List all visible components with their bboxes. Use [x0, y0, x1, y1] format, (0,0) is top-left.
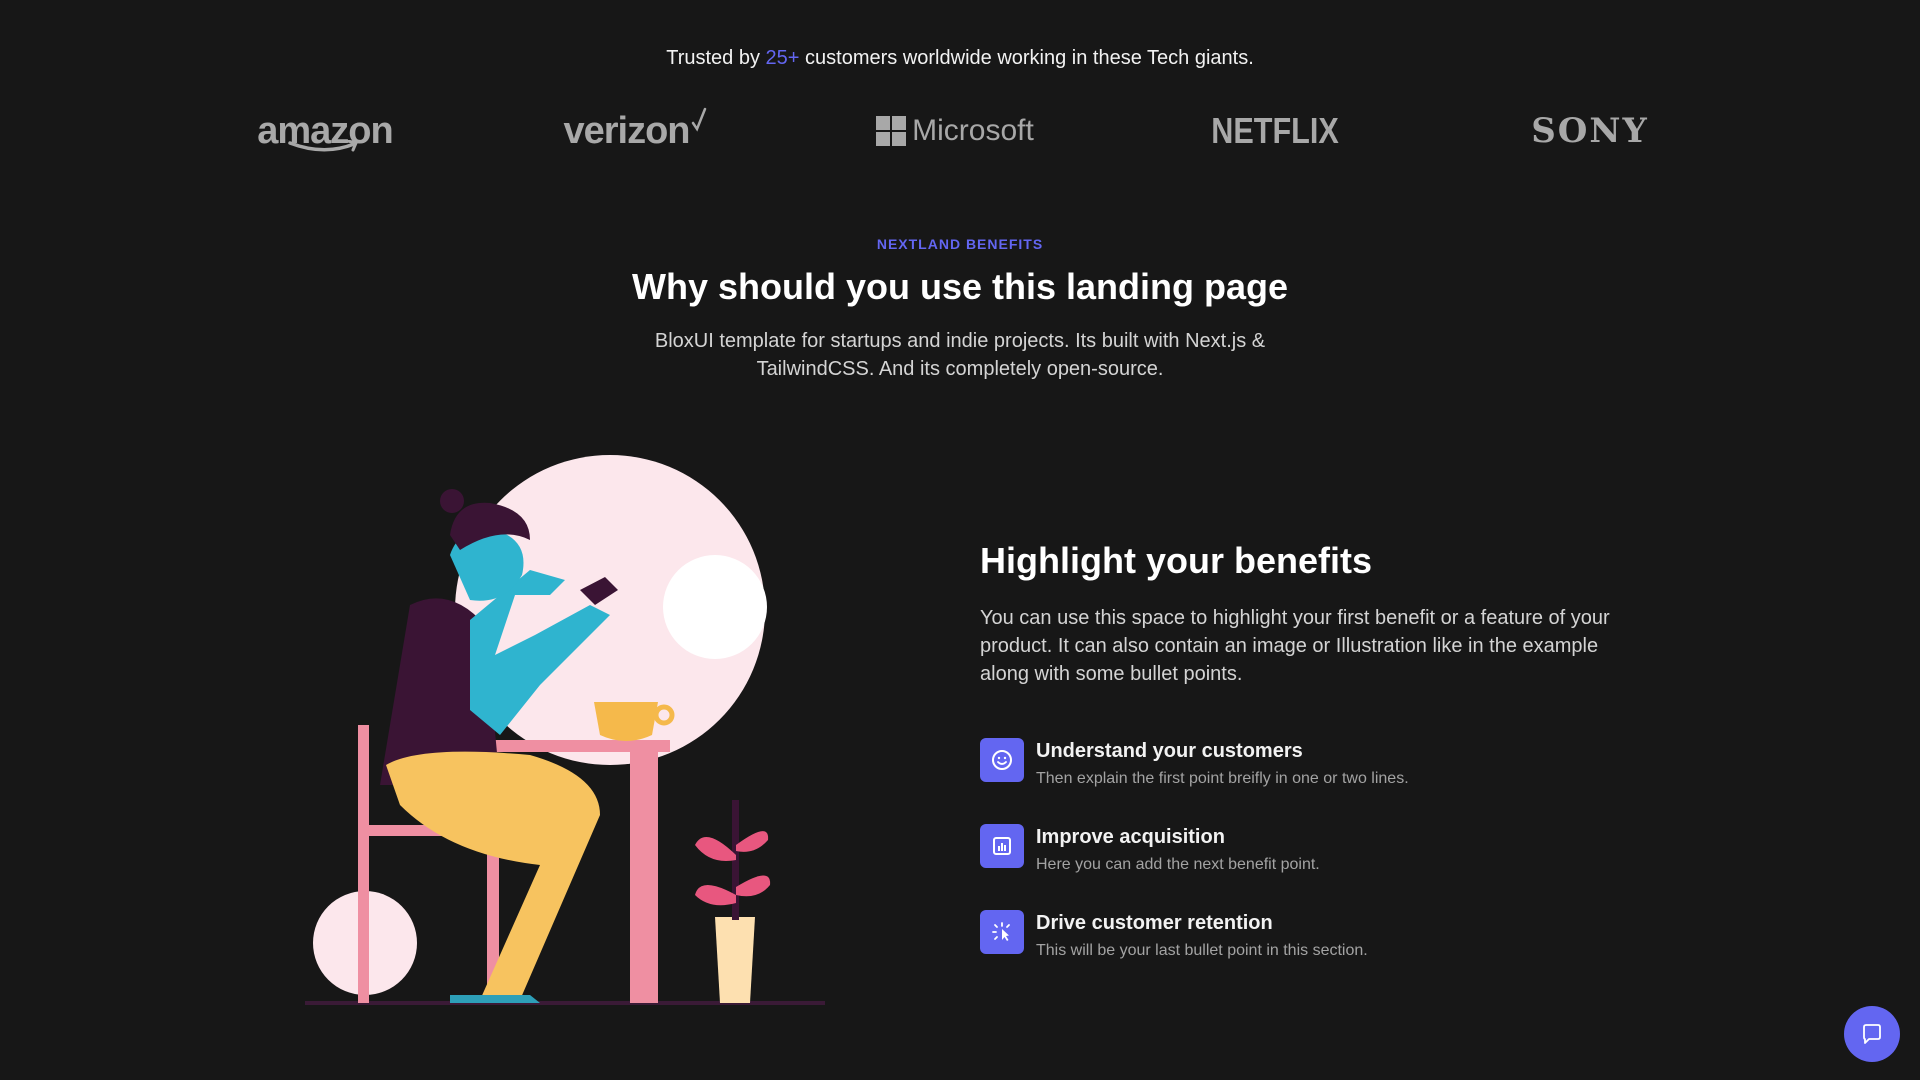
benefits-title: Highlight your benefits — [980, 540, 1372, 581]
amazon-logo: amazon — [250, 106, 400, 156]
trusted-prefix: Trusted by — [666, 47, 760, 69]
benefit-title: Understand your customers — [1036, 740, 1303, 762]
chat-bubble-icon — [1863, 1024, 1881, 1044]
benefit-item: Improve acquisition Here you can add the… — [980, 824, 1640, 874]
sony-logo: SONY — [1510, 106, 1670, 156]
windows-grid-icon — [876, 116, 907, 146]
trusted-line: Trusted by 25+ customers worldwide worki… — [0, 47, 1920, 70]
bar-chart-icon — [980, 824, 1024, 868]
benefit-item: Drive customer retention This will be yo… — [980, 910, 1640, 960]
section-description: BloxUI template for startups and indie p… — [654, 330, 1266, 380]
trusted-count: 25+ — [765, 47, 800, 69]
smiley-icon — [980, 738, 1024, 782]
benefit-subtitle: This will be your last bullet point in t… — [1036, 942, 1368, 959]
verizon-logo-text: verizon — [563, 109, 690, 152]
cursor-click-icon — [980, 910, 1024, 954]
benefits-block: Highlight your benefits You can use this… — [980, 540, 1640, 996]
checkmark-icon — [691, 107, 706, 132]
person-reading-illustration — [305, 455, 825, 1005]
chat-button[interactable] — [1844, 1006, 1900, 1062]
benefit-list: Understand your customers Then explain t… — [980, 738, 1640, 960]
page: Trusted by 25+ customers worldwide worki… — [0, 0, 1920, 1080]
benefit-subtitle: Here you can add the next benefit point. — [1036, 856, 1320, 873]
netflix-logo-text: NETFLIX — [1211, 110, 1339, 151]
benefit-title: Drive customer retention — [1036, 912, 1273, 934]
amazon-smile-icon — [288, 140, 358, 152]
benefit-subtitle: Then explain the first point breifly in … — [1036, 770, 1409, 787]
netflix-logo: NETFLIX — [1211, 106, 1339, 156]
trusted-suffix: customers worldwide working in these Tec… — [805, 47, 1254, 69]
microsoft-logo-text: Microsoft — [912, 114, 1034, 147]
section-eyebrow: NEXTLAND BENEFITS — [876, 236, 1044, 252]
benefit-item: Understand your customers Then explain t… — [980, 738, 1640, 788]
benefits-description: You can use this space to highlight your… — [980, 607, 1610, 685]
verizon-logo: verizon — [560, 106, 710, 156]
sony-logo-text: SONY — [1531, 111, 1649, 151]
benefit-title: Improve acquisition — [1036, 826, 1225, 848]
microsoft-logo: Microsoft — [870, 106, 1040, 156]
section-title: Why should you use this landing page — [631, 266, 1289, 307]
partner-logos: amazon verizon Microsoft NETFLIX SONY — [250, 106, 1670, 156]
